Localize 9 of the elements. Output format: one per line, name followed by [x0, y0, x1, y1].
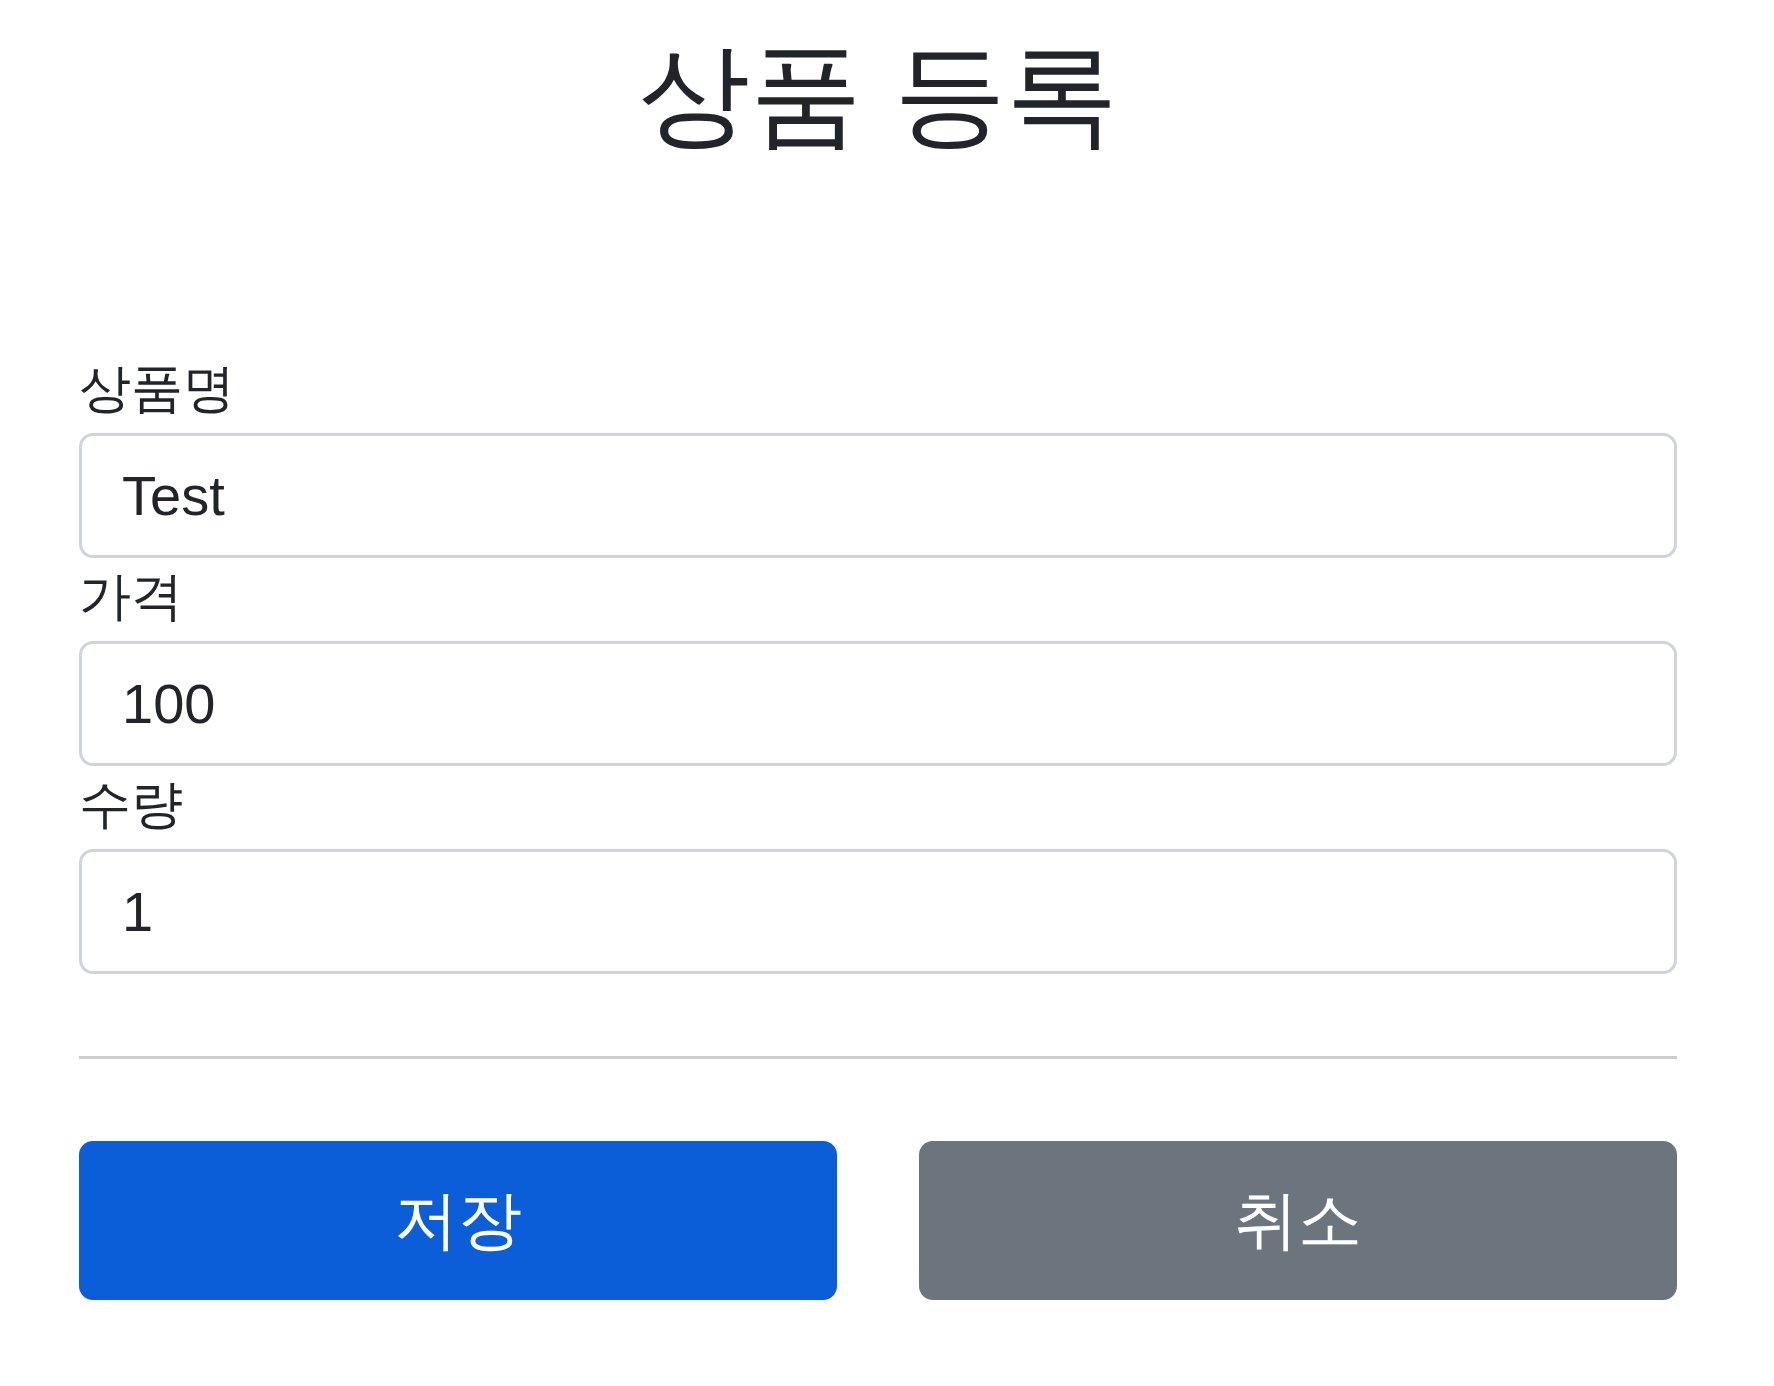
text-input-field[interactable]: 1: [79, 849, 1677, 974]
save-button[interactable]: 저장: [79, 1141, 837, 1300]
cancel-button[interactable]: 취소: [919, 1141, 1677, 1300]
field-label: 가격: [79, 566, 183, 627]
text-input-field[interactable]: 100: [79, 641, 1677, 766]
page-title: 상품 등록: [638, 31, 1118, 159]
field-label: 수량: [79, 774, 183, 835]
field-label: 상품명: [79, 358, 235, 419]
text-input-field[interactable]: Test: [79, 433, 1677, 558]
